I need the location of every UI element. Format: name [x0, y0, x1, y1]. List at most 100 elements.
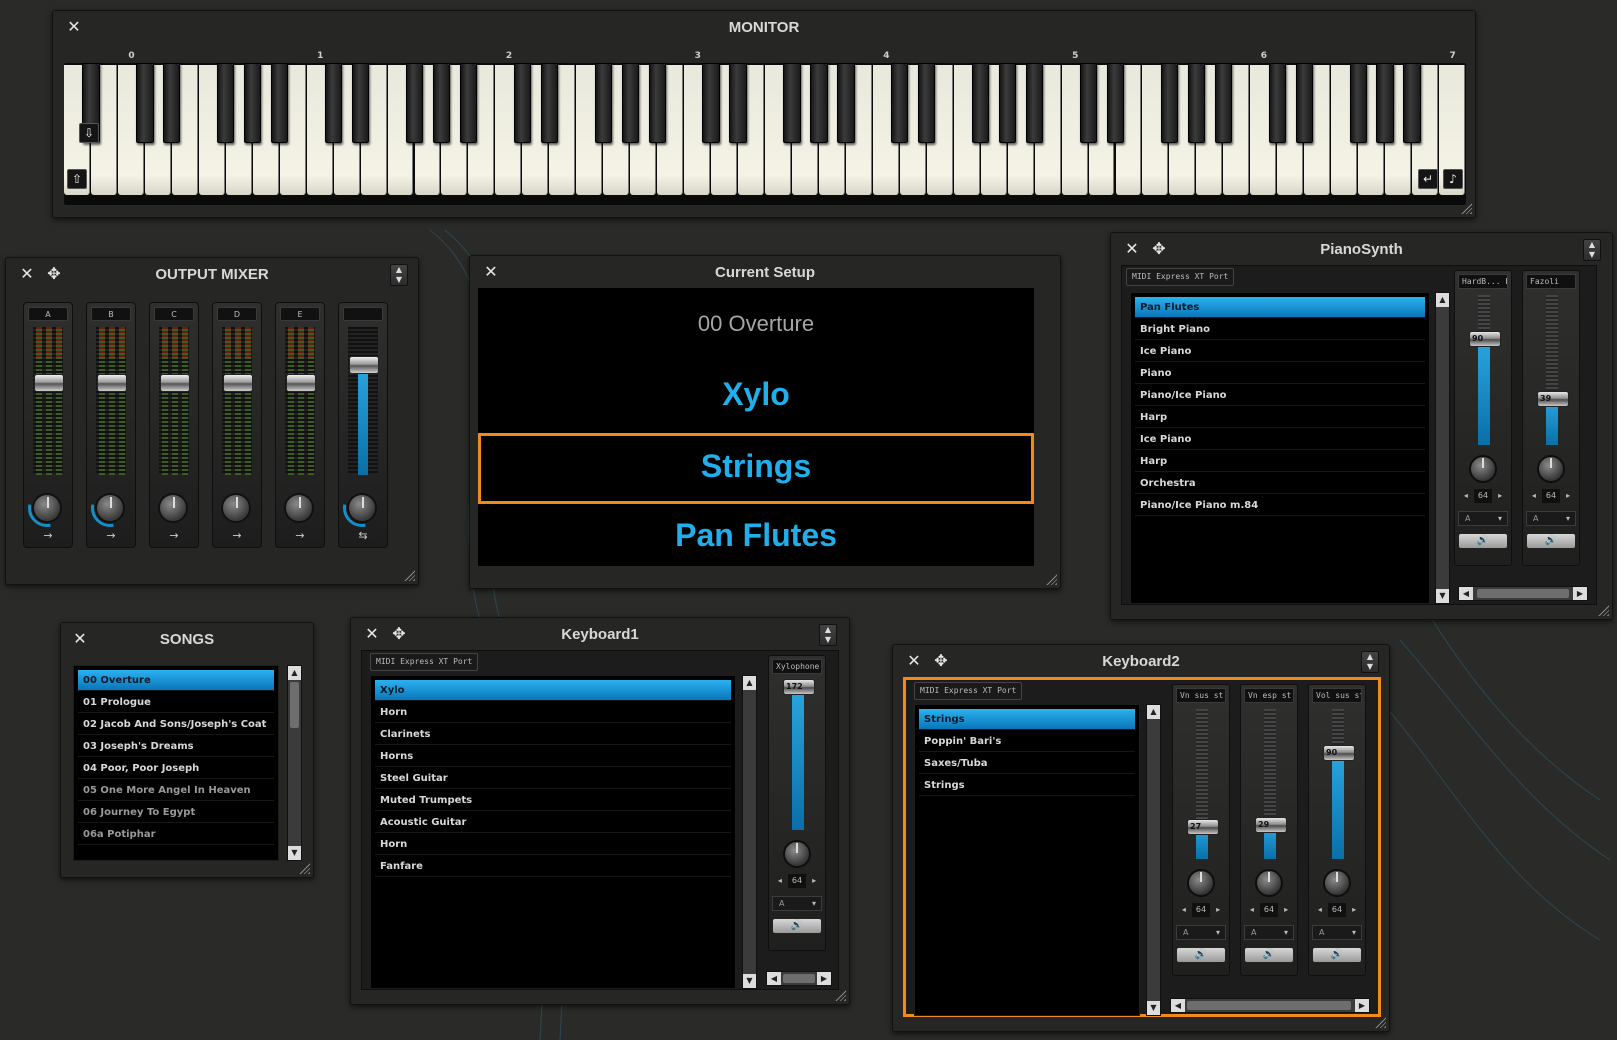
black-key[interactable]: [405, 63, 424, 143]
note-icon[interactable]: ♪: [1443, 169, 1463, 189]
scroll-down-arrow[interactable]: ▼: [743, 974, 756, 988]
pan-value-stepper[interactable]: ◂ 64 ▸: [1313, 903, 1361, 917]
scroll-left-arrow[interactable]: ◀: [1171, 999, 1185, 1012]
scroll-thumb[interactable]: [783, 974, 815, 983]
list-item[interactable]: Piano: [1135, 363, 1425, 384]
vertical-scrollbar[interactable]: ▲ ▼: [1435, 292, 1450, 604]
black-key[interactable]: [1403, 63, 1421, 143]
return-arrow-icon[interactable]: ⇆: [339, 529, 387, 542]
increment-arrow[interactable]: ▸: [1498, 491, 1502, 500]
pan-value-stepper[interactable]: ◂ 64 ▸: [773, 874, 821, 888]
list-item[interactable]: 00 Overture: [78, 670, 274, 691]
black-key[interactable]: [702, 63, 720, 143]
list-item[interactable]: Poppin' Bari's: [919, 731, 1135, 752]
black-key[interactable]: [972, 63, 990, 143]
vertical-scrollbar[interactable]: ▲ ▼: [742, 675, 757, 989]
scroll-right-arrow[interactable]: ▶: [1573, 587, 1587, 600]
black-key[interactable]: [432, 63, 451, 143]
transpose-up-icon[interactable]: ⇧: [67, 169, 87, 189]
increment-arrow[interactable]: ▸: [1352, 905, 1356, 914]
scroll-down-arrow[interactable]: ▼: [288, 846, 301, 860]
black-key[interactable]: [891, 63, 909, 143]
speaker-icon[interactable]: 🔊: [1312, 947, 1362, 963]
route-arrow-icon[interactable]: →: [150, 529, 198, 542]
list-item[interactable]: Saxes/Tuba: [919, 753, 1135, 774]
horizontal-scrollbar[interactable]: ◀ ▶: [1170, 998, 1370, 1013]
decrement-arrow[interactable]: ◂: [1532, 491, 1536, 500]
black-key[interactable]: [217, 63, 235, 143]
black-key[interactable]: [621, 63, 639, 143]
output-select[interactable]: A: [772, 896, 822, 911]
volume-fader[interactable]: [349, 356, 379, 374]
list-item[interactable]: Orchestra: [1135, 473, 1425, 494]
black-key[interactable]: [918, 63, 936, 143]
black-key[interactable]: [163, 63, 181, 143]
decrement-arrow[interactable]: ◂: [1318, 905, 1322, 914]
output-select[interactable]: A: [1176, 925, 1226, 940]
black-key[interactable]: [1106, 63, 1125, 143]
resize-grip[interactable]: [1375, 1017, 1386, 1028]
return-icon[interactable]: ↵: [1418, 169, 1438, 189]
pan-knob[interactable]: [1323, 869, 1351, 897]
black-key[interactable]: [513, 63, 531, 143]
scroll-left-arrow[interactable]: ◀: [1459, 587, 1473, 600]
increment-arrow[interactable]: ▸: [812, 876, 816, 885]
black-key[interactable]: [244, 63, 262, 143]
black-key[interactable]: [1376, 63, 1394, 143]
black-key[interactable]: [648, 63, 666, 143]
list-item[interactable]: Harp: [1135, 451, 1425, 472]
pan-knob[interactable]: [32, 493, 62, 523]
list-item[interactable]: Bright Piano: [1135, 319, 1425, 340]
current-setup-name[interactable]: Strings: [478, 448, 1034, 485]
list-item[interactable]: 06 Journey To Egypt: [78, 802, 274, 823]
increment-arrow[interactable]: ▸: [1216, 905, 1220, 914]
black-key[interactable]: [540, 63, 558, 143]
volume-fader[interactable]: [97, 374, 127, 392]
pan-knob[interactable]: [1537, 455, 1565, 483]
next-setup-name[interactable]: Pan Flutes: [478, 517, 1034, 554]
list-item[interactable]: 05 One More Angel In Heaven: [78, 780, 274, 801]
scroll-up-arrow[interactable]: ▲: [1147, 705, 1160, 719]
list-item[interactable]: 04 Poor, Poor Joseph: [78, 758, 274, 779]
route-arrow-icon[interactable]: →: [213, 529, 261, 542]
title-bar[interactable]: ✕ MONITOR: [53, 11, 1475, 45]
black-key[interactable]: [783, 63, 801, 143]
scroll-left-arrow[interactable]: ◀: [767, 972, 781, 985]
list-item[interactable]: Muted Trumpets: [375, 790, 731, 811]
vertical-scrollbar[interactable]: ▲ ▼: [1146, 704, 1161, 1016]
scroll-up-arrow[interactable]: ▲: [288, 666, 301, 680]
black-key[interactable]: [810, 63, 828, 143]
black-key[interactable]: [136, 63, 154, 143]
output-select[interactable]: A: [1244, 925, 1294, 940]
route-arrow-icon[interactable]: →: [276, 529, 324, 542]
menu-updown-icon[interactable]: ▲ ▼: [1583, 239, 1601, 261]
list-item[interactable]: 02 Jacob And Sons/Joseph's Coat: [78, 714, 274, 735]
title-bar[interactable]: ✕ ✥ PianoSynth ▲ ▼: [1111, 233, 1612, 267]
scroll-thumb[interactable]: [1187, 1001, 1351, 1010]
list-item[interactable]: Strings: [919, 775, 1135, 796]
speaker-icon[interactable]: 🔊: [1244, 947, 1294, 963]
pan-value-stepper[interactable]: ◂ 64 ▸: [1177, 903, 1225, 917]
pan-value-stepper[interactable]: ◂ 64 ▸: [1527, 489, 1575, 503]
decrement-arrow[interactable]: ◂: [1250, 905, 1254, 914]
output-select[interactable]: A: [1458, 511, 1508, 526]
title-bar[interactable]: ✕ ✥ OUTPUT MIXER ▲ ▼: [6, 258, 418, 292]
output-select[interactable]: A: [1312, 925, 1362, 940]
scroll-down-arrow[interactable]: ▼: [1436, 589, 1449, 603]
scroll-right-arrow[interactable]: ▶: [817, 972, 831, 985]
midi-port-selector[interactable]: MIDI Express XT Port: [914, 682, 1023, 700]
horizontal-scrollbar[interactable]: ◀ ▶: [1458, 586, 1588, 601]
volume-fader[interactable]: 90: [1469, 331, 1501, 347]
resize-grip[interactable]: [1598, 605, 1609, 616]
list-item[interactable]: Piano/Ice Piano m.84: [1135, 495, 1425, 516]
horizontal-scrollbar[interactable]: ◀ ▶: [766, 971, 832, 986]
list-item[interactable]: Steel Guitar: [375, 768, 731, 789]
title-bar[interactable]: ✕ SONGS: [61, 623, 313, 657]
list-item[interactable]: Pan Flutes: [1135, 297, 1425, 318]
volume-fader[interactable]: [34, 374, 64, 392]
volume-fader[interactable]: 39: [1537, 391, 1569, 407]
piano-keyboard[interactable]: [64, 63, 1466, 205]
volume-fader[interactable]: 27: [1187, 819, 1219, 835]
pan-knob[interactable]: [158, 493, 188, 523]
list-item[interactable]: Strings: [919, 709, 1135, 730]
